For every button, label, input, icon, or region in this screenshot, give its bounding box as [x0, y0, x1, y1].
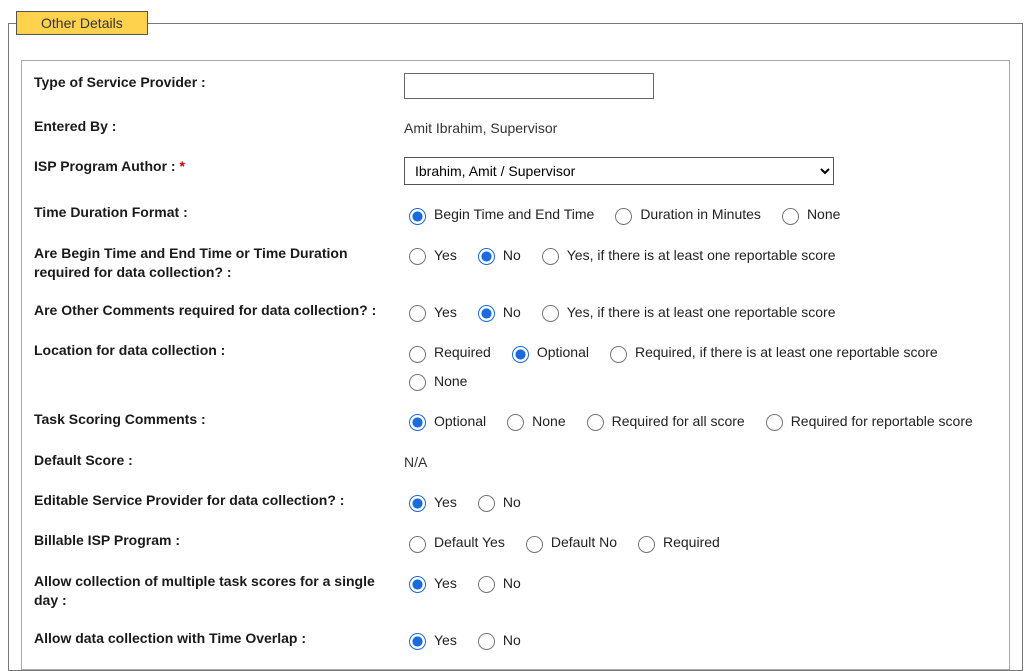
label-comments-required: Are Other Comments required for data col…	[34, 301, 404, 321]
radio-billable-defyes[interactable]: Default Yes	[404, 531, 505, 553]
radio-time-duration[interactable]: Duration in Minutes	[610, 203, 761, 225]
radio-timereq-conditional[interactable]: Yes, if there is at least one reportable…	[537, 244, 836, 266]
radio-timereq-no[interactable]: No	[473, 244, 521, 266]
radio-ts-optional[interactable]: Optional	[404, 410, 486, 432]
radio-loc-conditional[interactable]: Required, if there is at least one repor…	[605, 341, 938, 363]
radio-comments-conditional[interactable]: Yes, if there is at least one reportable…	[537, 301, 836, 323]
radio-time-none[interactable]: None	[777, 203, 840, 225]
label-time-format: Time Duration Format :	[34, 203, 404, 223]
radio-comments-no[interactable]: No	[473, 301, 521, 323]
default-score-value: N/A	[404, 451, 997, 473]
radio-overlap-yes[interactable]: Yes	[404, 629, 457, 651]
label-default-score: Default Score :	[34, 451, 404, 471]
label-editable-provider: Editable Service Provider for data colle…	[34, 491, 404, 511]
author-select[interactable]: Ibrahim, Amit / Supervisor	[404, 157, 834, 185]
label-billable: Billable ISP Program :	[34, 531, 404, 551]
radio-multi-no[interactable]: No	[473, 572, 521, 594]
entered-by-value: Amit Ibrahim, Supervisor	[404, 117, 997, 139]
label-author: ISP Program Author : *	[34, 157, 404, 177]
radio-editable-yes[interactable]: Yes	[404, 491, 457, 513]
label-time-overlap: Allow data collection with Time Overlap …	[34, 629, 404, 649]
outer-frame: Type of Service Provider : Entered By : …	[8, 23, 1023, 671]
radio-ts-allscore[interactable]: Required for all score	[582, 410, 745, 432]
form-container: Type of Service Provider : Entered By : …	[21, 60, 1010, 670]
legend-tab: Other Details	[16, 11, 148, 35]
label-time-required: Are Begin Time and End Time or Time Dura…	[34, 244, 404, 283]
radio-ts-none[interactable]: None	[502, 410, 565, 432]
radio-loc-required[interactable]: Required	[404, 341, 491, 363]
radio-multi-yes[interactable]: Yes	[404, 572, 457, 594]
radio-time-begin-end[interactable]: Begin Time and End Time	[404, 203, 594, 225]
radio-editable-no[interactable]: No	[473, 491, 521, 513]
radio-ts-reportable[interactable]: Required for reportable score	[761, 410, 973, 432]
radio-timereq-yes[interactable]: Yes	[404, 244, 457, 266]
label-multiple-scores: Allow collection of multiple task scores…	[34, 572, 404, 611]
radio-loc-none[interactable]: None	[404, 370, 467, 392]
type-provider-input[interactable]	[404, 73, 654, 99]
label-entered-by: Entered By :	[34, 117, 404, 137]
label-task-scoring: Task Scoring Comments :	[34, 410, 404, 430]
radio-comments-yes[interactable]: Yes	[404, 301, 457, 323]
radio-overlap-no[interactable]: No	[473, 629, 521, 651]
radio-loc-optional[interactable]: Optional	[507, 341, 589, 363]
label-type-provider: Type of Service Provider :	[34, 73, 404, 93]
label-location: Location for data collection :	[34, 341, 404, 361]
radio-billable-required[interactable]: Required	[633, 531, 720, 553]
radio-billable-defno[interactable]: Default No	[521, 531, 617, 553]
required-marker: *	[179, 158, 184, 174]
